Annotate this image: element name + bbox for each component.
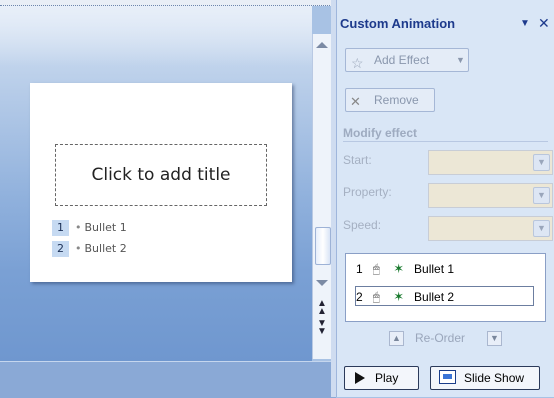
scroll-up-arrow-icon[interactable] (316, 42, 328, 48)
add-effect-icon: ☆ (351, 55, 364, 71)
bullet-item-1[interactable]: 1 • Bullet 1 (52, 220, 127, 237)
previous-slide-icon[interactable]: ▲ ▲ (316, 299, 328, 317)
bottom-strip (0, 361, 336, 398)
bullet-item-2[interactable]: 2 • Bullet 2 (52, 241, 127, 258)
custom-animation-pane: Custom Animation ▼ ✕ ☆ Add Effect ▼ ✕ Re… (336, 0, 554, 397)
slide-show-button[interactable]: Slide Show (430, 366, 540, 390)
remove-icon: ✕ (350, 94, 361, 109)
bullet-text: Bullet 1 (84, 221, 127, 234)
reorder-controls: ▲ Re-Order ▼ (379, 331, 519, 349)
bullet-text: Bullet 2 (84, 242, 127, 255)
slide[interactable]: Click to add title 1 • Bullet 1 2 • Bullet 2 (30, 83, 292, 282)
slide-show-icon (439, 370, 456, 384)
pane-header: Custom Animation ▼ ✕ (337, 15, 554, 36)
pane-title: Custom Animation (340, 16, 456, 31)
chevron-down-icon: ▼ (533, 220, 550, 237)
mouse-click-icon: 🖱 (372, 290, 380, 304)
start-label: Start: (343, 153, 372, 167)
divider (343, 141, 548, 142)
scroll-down-arrow-icon[interactable] (316, 280, 328, 286)
property-label: Property: (343, 185, 392, 199)
remove-button[interactable]: ✕ Remove (345, 88, 435, 112)
play-icon (355, 372, 365, 384)
modify-effect-heading: Modify effect (343, 126, 418, 140)
chevron-down-icon: ▼ (533, 154, 550, 171)
play-label: Play (375, 371, 399, 385)
close-icon[interactable]: ✕ (538, 15, 550, 32)
list-item[interactable]: 1 🖱 ✶ Bullet 1 (356, 259, 533, 279)
move-down-icon[interactable]: ▼ (487, 331, 502, 346)
chevron-down-icon: ▼ (456, 55, 465, 65)
speed-label: Speed: (343, 218, 382, 232)
add-effect-label: Add Effect (374, 53, 430, 67)
list-item-selected[interactable]: 2 🖱 ✶ Bullet 2 (355, 286, 534, 306)
entrance-star-icon: ✶ (393, 261, 405, 276)
animation-order-tag: 1 (52, 220, 69, 236)
scroll-thumb[interactable] (315, 227, 331, 265)
entrance-star-icon: ✶ (393, 289, 405, 304)
play-button[interactable]: Play (344, 366, 419, 390)
property-dropdown[interactable]: ▼ (428, 183, 553, 208)
reorder-label: Re-Order (415, 331, 466, 345)
animation-order-tag: 2 (52, 241, 69, 257)
vertical-scrollbar[interactable]: ▲ ▲ ▼ ▼ (312, 34, 332, 359)
speed-dropdown[interactable]: ▼ (428, 216, 553, 241)
remove-label: Remove (374, 93, 419, 107)
title-placeholder[interactable]: Click to add title (55, 144, 267, 206)
animation-list[interactable]: 1 🖱 ✶ Bullet 1 2 🖱 ✶ Bullet 2 (345, 253, 546, 322)
start-dropdown[interactable]: ▼ (428, 150, 553, 175)
pane-menu-icon[interactable]: ▼ (520, 18, 530, 29)
mouse-click-icon: 🖱 (372, 262, 380, 276)
slide-show-label: Slide Show (464, 371, 525, 385)
chevron-down-icon: ▼ (533, 187, 550, 204)
move-up-icon[interactable]: ▲ (389, 331, 404, 346)
add-effect-button[interactable]: ☆ Add Effect ▼ (345, 48, 469, 72)
next-slide-icon[interactable]: ▼ ▼ (316, 319, 328, 337)
